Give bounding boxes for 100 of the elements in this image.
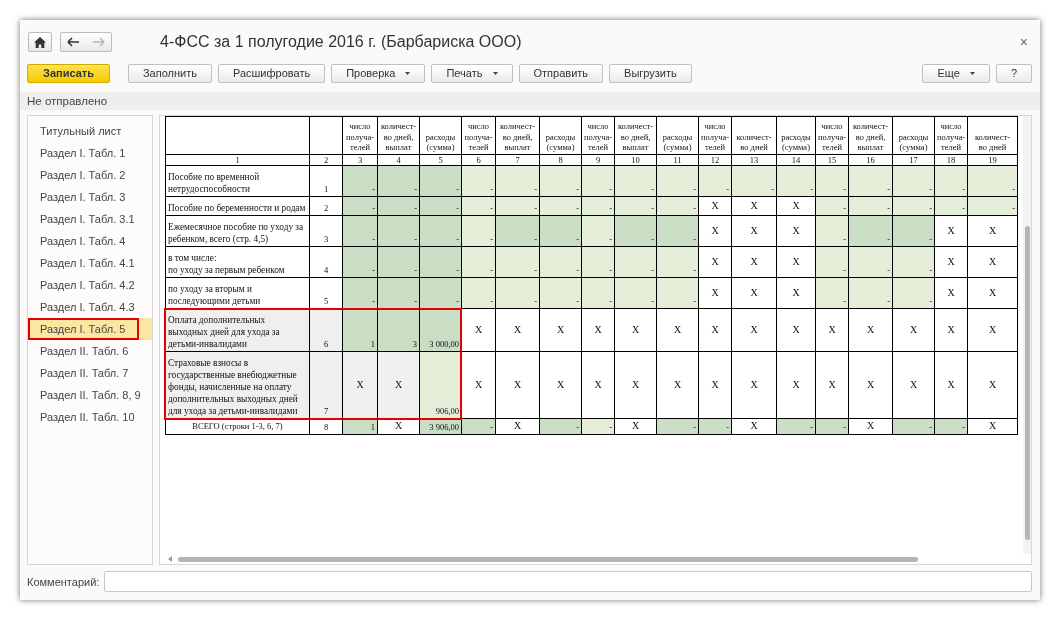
sidebar-item[interactable]: Титульный лист <box>28 120 152 142</box>
table-cell[interactable]: - <box>462 197 496 216</box>
table-cell[interactable]: - <box>615 247 657 278</box>
table-cell[interactable]: - <box>657 216 699 247</box>
table-cell[interactable]: - <box>893 419 935 435</box>
table-cell[interactable]: 906,00 <box>420 352 462 419</box>
sidebar-item[interactable]: Раздел I. Табл. 4.1 <box>28 252 152 274</box>
table-cell[interactable]: - <box>615 197 657 216</box>
toolbar-button[interactable]: Расшифровать <box>217 63 326 83</box>
table-cell[interactable]: X <box>462 309 496 352</box>
table-cell[interactable]: - <box>732 166 777 197</box>
table-cell[interactable]: X <box>777 309 816 352</box>
table-cell[interactable]: - <box>657 197 699 216</box>
table-cell[interactable]: 3 000,00 <box>420 309 462 352</box>
table-cell[interactable]: - <box>849 197 893 216</box>
table-cell[interactable]: X <box>732 247 777 278</box>
table-cell[interactable]: X <box>378 352 420 419</box>
table-cell[interactable]: - <box>699 166 732 197</box>
table-cell[interactable]: X <box>732 419 777 435</box>
table-cell[interactable]: X <box>540 352 582 419</box>
table-cell[interactable]: - <box>540 278 582 309</box>
table-cell[interactable]: X <box>968 352 1018 419</box>
table-cell[interactable]: - <box>420 278 462 309</box>
table-cell[interactable]: X <box>615 419 657 435</box>
table-cell[interactable]: - <box>420 247 462 278</box>
comment-field[interactable] <box>104 571 1032 592</box>
table-cell[interactable]: - <box>816 197 849 216</box>
table-cell[interactable]: - <box>462 247 496 278</box>
table-cell[interactable]: - <box>378 197 420 216</box>
table-cell[interactable]: - <box>657 247 699 278</box>
table-cell[interactable]: - <box>496 216 540 247</box>
table-cell[interactable]: - <box>816 278 849 309</box>
table-cell[interactable]: X <box>582 352 615 419</box>
table-cell[interactable]: - <box>420 166 462 197</box>
table-cell[interactable]: X <box>732 197 777 216</box>
table-cell[interactable]: X <box>893 352 935 419</box>
table-cell[interactable]: X <box>968 216 1018 247</box>
vertical-scrollbar[interactable] <box>1023 116 1031 554</box>
sidebar-item[interactable]: Раздел I. Табл. 3 <box>28 186 152 208</box>
table-cell[interactable]: X <box>699 197 732 216</box>
table-cell[interactable]: - <box>378 278 420 309</box>
table-cell[interactable]: - <box>699 419 732 435</box>
toolbar-button[interactable]: Проверка <box>331 63 426 83</box>
table-cell[interactable]: - <box>540 166 582 197</box>
table-cell[interactable]: - <box>849 166 893 197</box>
table-cell[interactable]: X <box>935 278 968 309</box>
toolbar-button[interactable]: Выгрузить <box>609 63 692 83</box>
table-cell[interactable]: X <box>615 309 657 352</box>
toolbar-button[interactable]: Еще <box>922 63 990 83</box>
sidebar-item[interactable]: Раздел I. Табл. 1 <box>28 142 152 164</box>
table-cell[interactable]: X <box>777 278 816 309</box>
table-cell[interactable]: X <box>777 247 816 278</box>
table-cell[interactable]: - <box>615 216 657 247</box>
table-cell[interactable]: - <box>378 247 420 278</box>
sidebar-item[interactable]: Раздел I. Табл. 4.3 <box>28 296 152 318</box>
table-cell[interactable]: - <box>582 166 615 197</box>
sidebar-item[interactable]: Раздел II. Табл. 7 <box>28 362 152 384</box>
sidebar-item[interactable]: Раздел I. Табл. 4.2 <box>28 274 152 296</box>
table-cell[interactable]: X <box>462 352 496 419</box>
table-cell[interactable]: - <box>462 216 496 247</box>
close-button[interactable]: × <box>1019 34 1028 50</box>
table-cell[interactable]: - <box>816 216 849 247</box>
table-cell[interactable]: - <box>615 278 657 309</box>
table-cell[interactable]: - <box>343 278 378 309</box>
table-cell[interactable]: X <box>496 419 540 435</box>
table-cell[interactable]: - <box>420 197 462 216</box>
table-cell[interactable]: - <box>462 419 496 435</box>
table-cell[interactable]: - <box>615 166 657 197</box>
table-cell[interactable]: X <box>816 309 849 352</box>
toolbar-button[interactable]: Записать <box>27 63 110 83</box>
table-cell[interactable]: X <box>699 247 732 278</box>
sidebar-item[interactable]: Раздел II. Табл. 6 <box>28 340 152 362</box>
table-cell[interactable]: - <box>496 247 540 278</box>
table-cell[interactable]: - <box>540 216 582 247</box>
sidebar-item[interactable]: Раздел I. Табл. 3.1 <box>28 208 152 230</box>
table-cell[interactable]: X <box>699 309 732 352</box>
sidebar-item[interactable]: Раздел I. Табл. 5 <box>28 318 152 340</box>
table-cell[interactable]: - <box>968 197 1018 216</box>
table-cell[interactable]: - <box>496 278 540 309</box>
table-cell[interactable]: X <box>657 352 699 419</box>
table-cell[interactable]: - <box>893 216 935 247</box>
table-cell[interactable]: - <box>935 197 968 216</box>
table-cell[interactable]: - <box>540 197 582 216</box>
table-cell[interactable]: - <box>893 166 935 197</box>
table-cell[interactable]: X <box>699 278 732 309</box>
table-cell[interactable]: - <box>343 247 378 278</box>
table-cell[interactable]: - <box>378 216 420 247</box>
table-cell[interactable]: - <box>816 166 849 197</box>
sidebar-item[interactable]: Раздел I. Табл. 2 <box>28 164 152 186</box>
table-cell[interactable]: X <box>893 309 935 352</box>
table-cell[interactable]: - <box>849 247 893 278</box>
table-cell[interactable]: - <box>893 278 935 309</box>
sidebar-item[interactable]: Раздел II. Табл. 8, 9 <box>28 384 152 406</box>
table-cell[interactable]: - <box>657 166 699 197</box>
table-cell[interactable]: X <box>496 352 540 419</box>
table-cell[interactable]: X <box>777 197 816 216</box>
table-cell[interactable]: X <box>849 419 893 435</box>
table-cell[interactable]: - <box>657 419 699 435</box>
sidebar-item[interactable]: Раздел II. Табл. 10 <box>28 406 152 428</box>
table-cell[interactable]: - <box>582 216 615 247</box>
